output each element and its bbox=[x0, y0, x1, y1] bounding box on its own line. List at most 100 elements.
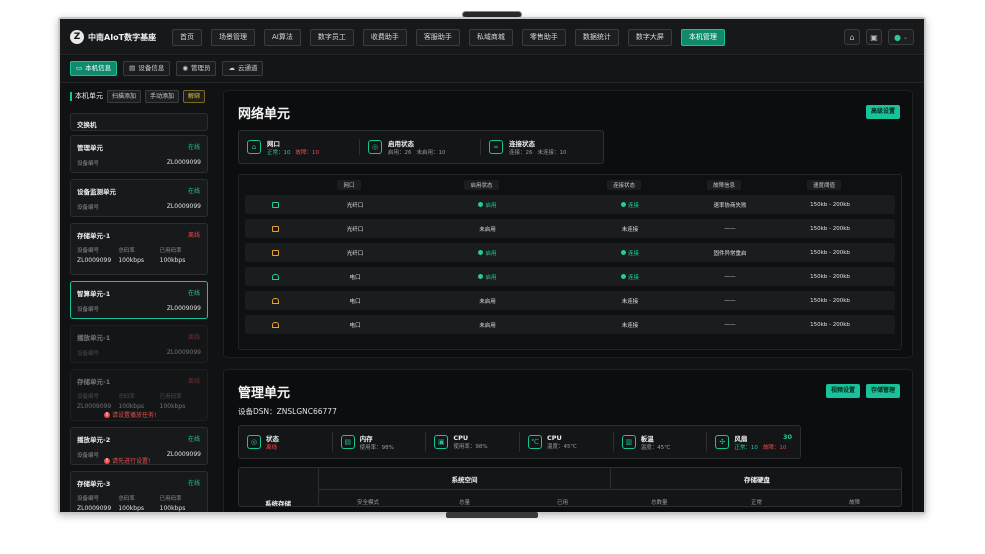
connection-status: 连接 bbox=[620, 201, 639, 209]
summary-values: 正常：10 故障：10 bbox=[734, 443, 800, 451]
system-storage-label: 系统存储 bbox=[265, 500, 291, 507]
unit-device-row: 设备编号 ZL0009099 bbox=[77, 305, 201, 313]
enable-status: 启用 bbox=[478, 249, 497, 257]
thermometer-icon: ℃ bbox=[528, 435, 543, 449]
connection-status-text: 连接 bbox=[627, 274, 639, 281]
connection-status-text: 未连接 bbox=[621, 298, 639, 305]
subtab-2[interactable]: ◉ 管理员 bbox=[176, 61, 217, 76]
check-icon bbox=[620, 274, 626, 279]
speed-threshold: 150kb - 200kb bbox=[810, 297, 850, 304]
port-name: 电口 bbox=[349, 274, 361, 281]
app-title: 中南AIoT数字基座 bbox=[88, 32, 157, 42]
storage-table: 系统存储 系统空间 存储硬盘 安全模式 总量 已用 总数量 正常 故障 bbox=[238, 467, 902, 507]
nav-item-9[interactable]: 数字大屏 bbox=[627, 29, 672, 46]
summary-value: 启用：26 bbox=[388, 150, 412, 156]
nav-item-4[interactable]: 收费助手 bbox=[362, 29, 407, 46]
summary-label: CPU bbox=[453, 434, 519, 442]
unit-status-badge: 离线 bbox=[187, 378, 200, 385]
unit-card[interactable]: 智算单元-1 在线 设备编号 ZL0009099 bbox=[70, 281, 208, 319]
subtab-3[interactable]: ☁ 云通道 bbox=[222, 61, 264, 76]
nav-item-0[interactable]: 首页 bbox=[172, 29, 202, 46]
summary-text: CPU 温度：45℃ bbox=[547, 434, 613, 450]
warning-icon: ! bbox=[104, 457, 110, 464]
screen-icon[interactable]: ▣ bbox=[866, 29, 882, 45]
unit-alert-text: 请先进行设置! bbox=[112, 458, 151, 465]
nav-item-10[interactable]: 本机管理 bbox=[680, 29, 725, 46]
unit-status-badge: 在线 bbox=[187, 144, 200, 151]
table-row[interactable]: 光纤口 启用 连接 速率协商失败 150kb - 200kb bbox=[245, 195, 895, 214]
subtab-1[interactable]: ▤ 设备信息 bbox=[123, 61, 171, 76]
connection-status-text: 未连接 bbox=[621, 226, 639, 233]
connection-status: 未连接 bbox=[622, 297, 639, 305]
subtab-0[interactable]: ▭ 本机信息 bbox=[70, 61, 118, 76]
table-row[interactable]: 电口 未启用 未连接 —— 150kb - 200kb bbox=[245, 315, 895, 334]
table-row[interactable]: 光纤口 未启用 未连接 —— 150kb - 200kb bbox=[245, 219, 895, 238]
summary-text: 连接状态 连接：26 未连接：10 bbox=[509, 138, 572, 156]
user-icon: ◉ bbox=[182, 64, 188, 72]
stat-label: 已用码率 bbox=[159, 496, 182, 502]
manual-add-button[interactable]: 手动添加 bbox=[145, 89, 180, 103]
stat-label: 已用码率 bbox=[159, 394, 182, 400]
nav-item-5[interactable]: 客服助手 bbox=[415, 29, 460, 46]
nav-item-7[interactable]: 零售助手 bbox=[521, 29, 566, 46]
unit-card[interactable]: 存储单元-3 在线 设备编号 总码率 已用码率 ZL0009099 100kbps 100kb… bbox=[70, 471, 208, 512]
connection-status: 未连接 bbox=[622, 321, 639, 329]
logo-icon: Z bbox=[70, 30, 84, 44]
unit-stat-values: ZL0009099 100kbps 100kbps bbox=[77, 505, 201, 512]
unit-card[interactable]: 设备监测单元 在线 设备编号 ZL0009099 bbox=[70, 179, 208, 217]
management-summary: ◎ 状态 离线 ▤ 内存 使用率：98% ▣ CPU 使用率：98% ℃ CPU 温度：45℃ ▥ 板温温… bbox=[238, 425, 801, 459]
home-icon[interactable]: ⌂ bbox=[844, 29, 860, 45]
enable-status: 启用 bbox=[478, 273, 497, 281]
port-name: 电口 bbox=[349, 322, 361, 329]
connection-status: 连接 bbox=[620, 249, 639, 257]
unit-card-title: 智算单元-1 bbox=[77, 290, 111, 298]
summary-value: 未启用：10 bbox=[416, 150, 446, 156]
stat-label: 总码率 bbox=[118, 496, 135, 502]
management-summary-item: ◎ 状态 离线 bbox=[239, 432, 333, 452]
table-row[interactable]: 电口 启用 连接 —— 150kb - 200kb bbox=[245, 267, 895, 286]
user-menu-button[interactable]: ● ⌄ bbox=[888, 29, 914, 45]
link-icon: ∞ bbox=[489, 140, 503, 154]
network-title: 网络单元 bbox=[238, 107, 291, 122]
stat-value: ZL0009099 bbox=[77, 403, 112, 410]
column-header: 启用状态 bbox=[464, 180, 499, 190]
ethernet-port-icon bbox=[271, 273, 279, 280]
port-name: 光纤口 bbox=[346, 250, 364, 257]
device-dsn: 设备DSN：ZNSLGNC66777 bbox=[238, 407, 337, 416]
chevron-down-icon: ⌄ bbox=[902, 33, 908, 41]
monitor-icon: ▭ bbox=[76, 64, 83, 72]
switch-item[interactable]: 交换机 bbox=[70, 113, 208, 131]
nav-item-2[interactable]: AI算法 bbox=[264, 29, 301, 46]
table-row[interactable]: 光纤口 启用 连接 固件异常重启 150kb - 200kb bbox=[245, 243, 895, 262]
switch-label: 交换机 bbox=[77, 121, 97, 129]
summary-text: 内存 使用率：98% bbox=[360, 433, 426, 451]
scan-add-button[interactable]: 扫描添加 bbox=[107, 89, 142, 103]
summary-text: 板温 温度：45℃ bbox=[641, 433, 707, 451]
unit-sidebar: 本机单元 扫描添加 手动添加 解绑 交换机 管理单元 在线 设备编号 ZL000909… bbox=[66, 89, 212, 512]
fault-info: 固件异常重启 bbox=[713, 250, 747, 257]
nav-item-6[interactable]: 私域商城 bbox=[468, 29, 513, 46]
summary-value: 温度：45℃ bbox=[547, 444, 577, 450]
summary-label: 板温 bbox=[641, 433, 707, 443]
unbind-button[interactable]: 解绑 bbox=[183, 89, 206, 103]
unit-card-title: 设备监测单元 bbox=[77, 188, 116, 196]
storage-management-button[interactable]: 存储管理 bbox=[865, 384, 900, 398]
advanced-settings-button[interactable]: 高级设置 bbox=[865, 105, 900, 119]
nav-item-3[interactable]: 数字员工 bbox=[309, 29, 354, 46]
nav-item-8[interactable]: 数据统计 bbox=[574, 29, 619, 46]
fault-info: —— bbox=[724, 297, 736, 304]
unit-card-title: 播放单元-1 bbox=[77, 334, 111, 342]
sub-tabs: ▭ 本机信息 ▤ 设备信息 ◉ 管理员 ☁ 云通道 bbox=[70, 61, 264, 76]
table-row[interactable]: 电口 未启用 未连接 —— 150kb - 200kb bbox=[245, 291, 895, 310]
unit-status-badge: 离线 bbox=[187, 334, 200, 341]
video-settings-button[interactable]: 视频设置 bbox=[825, 384, 860, 398]
unit-card[interactable]: 存储单元-1 离线 设备编号 总码率 已用码率 ZL0009099 100kbps 100kb… bbox=[70, 223, 208, 275]
enable-status-text: 未启用 bbox=[479, 298, 496, 305]
unit-card[interactable]: 播放单元-1 离线 设备编号 ZL0009099 bbox=[70, 325, 208, 363]
unit-card[interactable]: 管理单元 在线 设备编号 ZL0009099 bbox=[70, 135, 208, 173]
summary-values: 温度：45℃ bbox=[547, 442, 613, 450]
warning-icon: ! bbox=[104, 411, 110, 418]
nav-item-1[interactable]: 场景管理 bbox=[211, 29, 255, 46]
disk-fault-header: 故障 bbox=[849, 500, 861, 506]
device-number-label: 设备编号 bbox=[77, 205, 100, 211]
